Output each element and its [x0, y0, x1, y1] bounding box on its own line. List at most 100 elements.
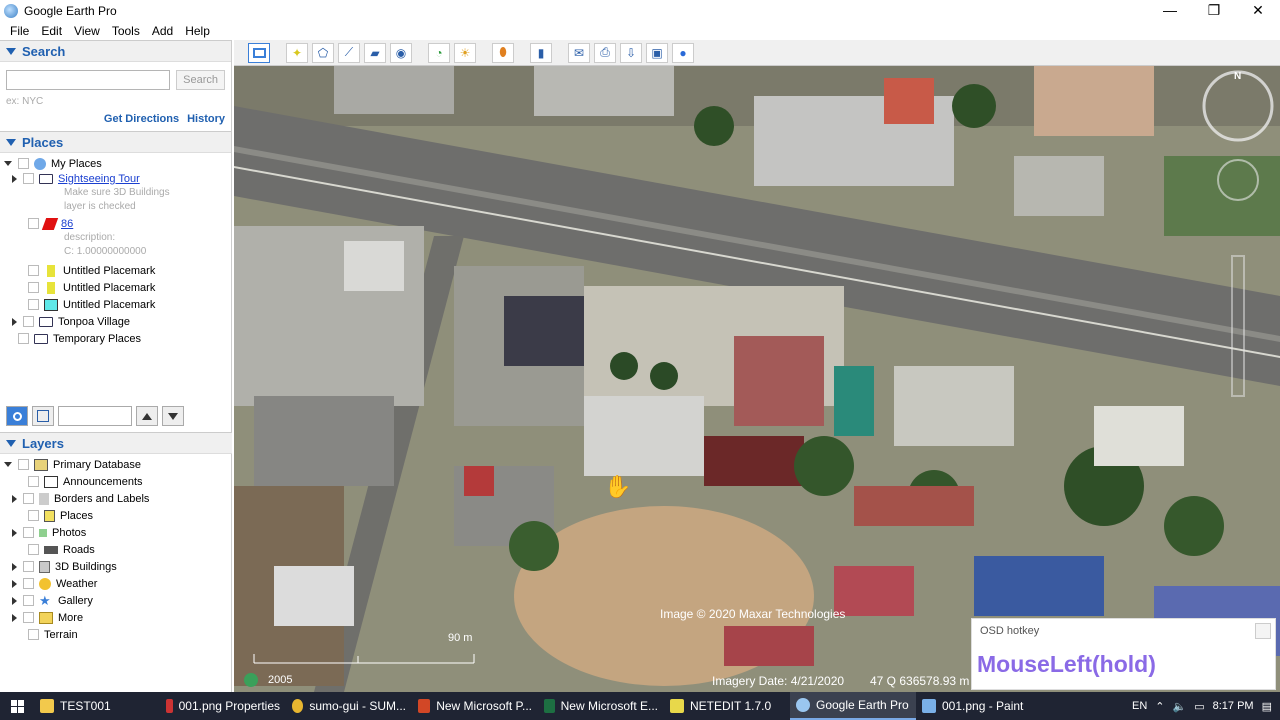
layer-gallery[interactable]: ★ Gallery [12, 592, 93, 609]
taskbar-item-sumo-gui[interactable]: sumo-gui - SUM... [286, 692, 412, 720]
tree-item-placemark-1[interactable]: Untitled Placemark [28, 262, 155, 279]
menu-add[interactable]: Add [152, 24, 173, 38]
checkbox[interactable] [28, 510, 39, 521]
layer-roads[interactable]: Roads [28, 541, 95, 558]
places-filter-input[interactable] [58, 406, 132, 426]
taskbar-item-google-earth[interactable]: Google Earth Pro [790, 692, 916, 720]
tree-item-placemark-2[interactable]: Untitled Placemark [28, 279, 155, 296]
checkbox[interactable] [18, 158, 29, 169]
historical-imagery-button[interactable]: ◔ [428, 42, 450, 63]
layer-places[interactable]: Places [28, 507, 93, 524]
move-up-button[interactable] [136, 406, 158, 426]
layer-weather[interactable]: Weather [12, 575, 97, 592]
collapsed-arrow-icon[interactable] [12, 174, 17, 183]
sidebar-toggle-button[interactable] [248, 42, 270, 63]
map-viewport[interactable]: N Image © 2020 Maxar Technologies 90 m 2… [234, 66, 1280, 692]
layer-borders[interactable]: Borders and Labels [12, 490, 149, 507]
checkbox[interactable] [28, 629, 39, 640]
taskbar-item-paint[interactable]: 001.png - Paint [916, 692, 1042, 720]
layer-more[interactable]: More [12, 609, 83, 626]
print-button[interactable]: ⎙ [594, 42, 616, 63]
add-placemark-button[interactable]: ✦ [286, 42, 308, 63]
get-directions-link[interactable]: Get Directions [104, 113, 179, 125]
menu-edit[interactable]: Edit [41, 24, 62, 38]
record-tour-button[interactable]: ◉ [390, 42, 412, 63]
language-indicator[interactable]: EN [1132, 700, 1147, 712]
close-button[interactable]: ✕ [1236, 0, 1280, 22]
collapsed-arrow-icon[interactable] [12, 613, 17, 622]
history-link[interactable]: History [187, 113, 225, 125]
collapsed-arrow-icon[interactable] [12, 494, 17, 503]
layer-announcements[interactable]: Announcements [28, 473, 143, 490]
tree-item-placemark-3[interactable]: Untitled Placemark [28, 296, 155, 313]
minimize-button[interactable]: — [1148, 0, 1192, 22]
maximize-button[interactable]: ❐ [1192, 0, 1236, 22]
movie-maker-button[interactable]: ▣ [646, 42, 668, 63]
collapsed-arrow-icon[interactable] [12, 562, 17, 571]
checkbox[interactable] [18, 459, 29, 470]
layer-3d-buildings[interactable]: 3D Buildings [12, 558, 117, 575]
move-down-button[interactable] [162, 406, 184, 426]
menu-file[interactable]: File [10, 24, 29, 38]
tree-item-86[interactable]: 86 [28, 215, 73, 232]
menu-tools[interactable]: Tools [112, 24, 140, 38]
places-panel-header[interactable]: Places [0, 131, 231, 153]
layer-photos[interactable]: Photos [12, 524, 86, 541]
checkbox[interactable] [28, 476, 39, 487]
taskbar-item-powerpoint[interactable]: New Microsoft P... [412, 692, 538, 720]
search-input[interactable] [6, 70, 171, 90]
tree-label-link[interactable]: Sightseeing Tour [58, 173, 140, 185]
checkbox[interactable] [28, 218, 39, 229]
tree-item-sightseeing[interactable]: Sightseeing Tour [12, 170, 140, 187]
checkbox[interactable] [23, 173, 34, 184]
historical-year[interactable]: 2005 [268, 674, 292, 686]
expanded-arrow-icon[interactable] [4, 462, 12, 467]
ruler-button[interactable]: ▮ [530, 42, 552, 63]
compass-north-label[interactable]: N [1234, 71, 1241, 82]
search-places-button[interactable] [6, 406, 28, 426]
checkbox[interactable] [28, 265, 39, 276]
clock-time[interactable]: 8:17 PM [1213, 700, 1254, 712]
taskbar-item-excel[interactable]: New Microsoft E... [538, 692, 664, 720]
layer-terrain[interactable]: Terrain [28, 626, 78, 643]
add-polygon-button[interactable]: ⬠ [312, 42, 334, 63]
checkbox[interactable] [23, 561, 34, 572]
notification-icon[interactable]: ▤ [1262, 700, 1272, 713]
collapsed-arrow-icon[interactable] [12, 596, 17, 605]
tree-item-temporary[interactable]: Temporary Places [18, 330, 141, 347]
checkbox[interactable] [23, 578, 34, 589]
view-in-maps-button[interactable]: ● [672, 42, 694, 63]
layers-panel-header[interactable]: Layers [0, 432, 232, 454]
collapsed-arrow-icon[interactable] [12, 528, 17, 537]
volume-icon[interactable]: 🔈 [1173, 700, 1187, 713]
checkbox[interactable] [23, 527, 34, 538]
layer-primary-database[interactable]: Primary Database [4, 456, 141, 473]
add-image-overlay-button[interactable]: ▰ [364, 42, 386, 63]
collapsed-arrow-icon[interactable] [12, 579, 17, 588]
checkbox[interactable] [18, 333, 29, 344]
menu-view[interactable]: View [74, 24, 100, 38]
tree-label-link[interactable]: 86 [61, 218, 73, 230]
email-button[interactable]: ✉ [568, 42, 590, 63]
search-button[interactable]: Search [176, 70, 225, 90]
network-icon[interactable]: ▭ [1194, 700, 1204, 713]
tree-item-tonpoa[interactable]: Tonpoa Village [12, 313, 130, 330]
toggle-panel-button[interactable] [32, 406, 54, 426]
osd-close-button[interactable] [1255, 623, 1271, 639]
taskbar-item-netedit[interactable]: NETEDIT 1.7.0 [664, 692, 790, 720]
taskbar-item-properties[interactable]: 001.png Properties [160, 692, 286, 720]
menu-help[interactable]: Help [185, 24, 210, 38]
checkbox[interactable] [28, 544, 39, 555]
checkbox[interactable] [28, 282, 39, 293]
collapsed-arrow-icon[interactable] [12, 317, 17, 326]
search-panel-header[interactable]: Search [0, 40, 231, 62]
add-path-button[interactable]: ⟋ [338, 42, 360, 63]
checkbox[interactable] [23, 493, 34, 504]
checkbox[interactable] [23, 612, 34, 623]
sunlight-button[interactable]: ☀ [454, 42, 476, 63]
start-button[interactable] [0, 692, 34, 720]
taskbar-item-test001[interactable]: TEST001 [34, 692, 160, 720]
chevron-up-icon[interactable]: ⌃ [1155, 700, 1164, 713]
checkbox[interactable] [23, 316, 34, 327]
save-image-button[interactable]: ⇩ [620, 42, 642, 63]
